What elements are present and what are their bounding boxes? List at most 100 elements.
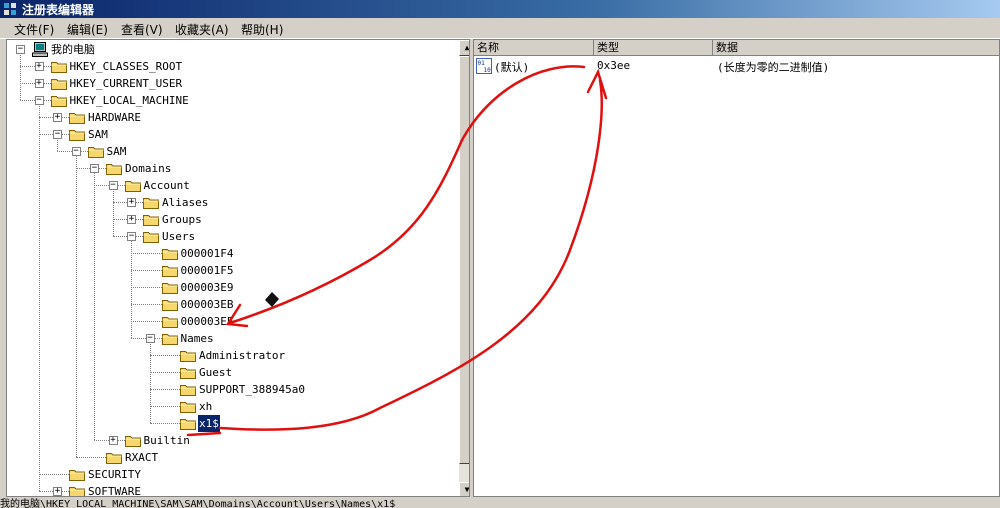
tree-item[interactable]: 000001F4	[7, 245, 457, 262]
svg-text:10: 10	[484, 67, 492, 74]
collapse-icon[interactable]: −	[34, 96, 44, 105]
tree-item-label[interactable]: xh	[198, 398, 213, 415]
folder-icon	[69, 470, 85, 481]
tree-item[interactable]: − Domains	[7, 160, 457, 177]
value-list[interactable]: 名称 类型 数据 01 10 (默认) 0x3ee (长度为零的二进制值)	[473, 39, 1000, 497]
folder-icon	[180, 351, 196, 362]
menu-favorites[interactable]: 收藏夹(A)	[175, 21, 229, 38]
tree-item-label[interactable]: Groups	[161, 211, 203, 228]
tree-item[interactable]: SUPPORT_388945a0	[7, 381, 457, 398]
tree-item-label[interactable]: SAM	[87, 126, 109, 143]
tree-item[interactable]: + Groups	[7, 211, 457, 228]
tree-item[interactable]: x1$	[7, 414, 457, 433]
tree-item-label[interactable]: HARDWARE	[87, 109, 142, 126]
column-header-data[interactable]: 数据	[713, 40, 999, 56]
tree-item[interactable]: 000003EE	[7, 313, 457, 330]
tree-item-label[interactable]: x1$	[197, 414, 221, 433]
tree-item[interactable]: − Users	[7, 228, 457, 245]
tree-item[interactable]: + SOFTWARE	[7, 483, 457, 496]
tree-item-label[interactable]: Aliases	[161, 194, 209, 211]
open-folder-icon	[106, 164, 122, 175]
folder-icon	[161, 317, 178, 328]
tree-scrollbar[interactable]: ▲ ▼	[459, 40, 469, 496]
collapse-icon[interactable]: −	[108, 181, 118, 190]
tree-item[interactable]: xh	[7, 398, 457, 415]
tree-item-label[interactable]: Administrator	[198, 347, 286, 364]
collapse-icon[interactable]: −	[53, 130, 62, 139]
open-folder-icon	[161, 334, 178, 345]
menu-file[interactable]: 文件(F)	[14, 21, 54, 38]
menu-view[interactable]: 查看(V)	[121, 21, 163, 38]
tree-item-label[interactable]: Domains	[124, 160, 172, 177]
tree-item-label[interactable]: HKEY_CURRENT_USER	[69, 75, 184, 92]
scroll-down-button[interactable]: ▼	[459, 482, 469, 496]
expand-icon[interactable]: +	[108, 436, 118, 445]
tree-item-label[interactable]: 我的电脑	[50, 41, 96, 58]
tree-item-label[interactable]: RXACT	[124, 449, 159, 466]
tree-item-label[interactable]: 000001F4	[180, 245, 235, 262]
tree-item-label[interactable]: Users	[161, 228, 196, 245]
tree-item[interactable]: + HARDWARE	[7, 109, 457, 126]
tree-item-label[interactable]: Builtin	[143, 432, 191, 449]
tree-item[interactable]: − SAM	[7, 126, 457, 143]
tree-item-label[interactable]: HKEY_CLASSES_ROOT	[69, 58, 184, 75]
collapse-icon[interactable]: −	[90, 164, 99, 173]
tree-item-label[interactable]: HKEY_LOCAL_MACHINE	[69, 92, 190, 109]
expand-icon[interactable]: +	[34, 62, 44, 71]
tree-item[interactable]: Guest	[7, 364, 457, 381]
tree-item-label[interactable]: Account	[143, 177, 191, 194]
collapse-icon[interactable]: −	[127, 232, 136, 241]
tree-item-label[interactable]: SUPPORT_388945a0	[198, 381, 306, 398]
column-header-type[interactable]: 类型	[594, 40, 713, 56]
tree-item-label[interactable]: Names	[180, 330, 215, 347]
tree-item-label[interactable]: 000003EB	[180, 296, 235, 313]
tree-item[interactable]: − SAM	[7, 143, 457, 160]
tree-item[interactable]: + Builtin	[7, 432, 457, 449]
tree-item[interactable]: SECURITY	[7, 466, 457, 483]
tree-item[interactable]: 000003EB	[7, 296, 457, 313]
column-header-name[interactable]: 名称	[474, 40, 594, 56]
tree-item[interactable]: − Names	[7, 330, 457, 347]
tree-item-label[interactable]: 000003EE	[180, 313, 235, 330]
scroll-up-button[interactable]: ▲	[459, 40, 469, 56]
expand-icon[interactable]: +	[127, 198, 136, 207]
tree-item-label[interactable]: SAM	[106, 143, 128, 160]
binary-value-icon: 01 10	[476, 58, 492, 74]
tree-item-label[interactable]: SECURITY	[87, 466, 142, 483]
tree-item-label[interactable]: Guest	[198, 364, 233, 381]
expand-icon[interactable]: +	[34, 79, 44, 88]
scroll-thumb[interactable]	[459, 56, 469, 464]
tree-item[interactable]: + HKEY_CLASSES_ROOT	[7, 58, 457, 75]
folder-icon	[161, 300, 178, 311]
tree-item-label[interactable]: 000003E9	[180, 279, 235, 296]
menu-edit[interactable]: 编辑(E)	[67, 21, 108, 38]
tree-item[interactable]: − 我的电脑	[7, 41, 457, 58]
tree-item[interactable]: Administrator	[7, 347, 457, 364]
tree-item[interactable]: + Aliases	[7, 194, 457, 211]
registry-tree[interactable]: − 我的电脑 + HKEY_CLASSES_ROOT + HKEY_CURRENT_USE…	[6, 39, 470, 497]
tree-item[interactable]: − HKEY_LOCAL_MACHINE	[7, 92, 457, 109]
expand-icon[interactable]: +	[53, 487, 62, 496]
menu-bar: 文件(F) 编辑(E) 查看(V) 收藏夹(A) 帮助(H)	[0, 18, 1000, 39]
folder-icon	[143, 198, 159, 209]
menu-help[interactable]: 帮助(H)	[241, 21, 283, 38]
tree-item[interactable]: + HKEY_CURRENT_USER	[7, 75, 457, 92]
tree-item-label[interactable]: SOFTWARE	[87, 483, 142, 496]
open-folder-icon	[69, 130, 85, 141]
expand-icon[interactable]: +	[127, 215, 136, 224]
value-name[interactable]: (默认)	[494, 59, 529, 75]
expand-icon[interactable]: +	[53, 113, 62, 122]
window-title: 注册表编辑器	[22, 3, 95, 17]
tree-item-label[interactable]: 000001F5	[180, 262, 235, 279]
tree-item[interactable]: RXACT	[7, 449, 457, 466]
collapse-icon[interactable]: −	[71, 147, 81, 156]
tree-item[interactable]: 000003E9	[7, 279, 457, 296]
computer-icon	[32, 42, 48, 57]
open-folder-icon	[87, 147, 104, 158]
collapse-icon[interactable]: −	[145, 334, 155, 343]
tree-item[interactable]: − Account	[7, 177, 457, 194]
tree-item[interactable]: 000001F5	[7, 262, 457, 279]
folder-icon	[161, 266, 178, 277]
folder-icon	[69, 113, 85, 124]
collapse-icon[interactable]: −	[16, 45, 25, 54]
